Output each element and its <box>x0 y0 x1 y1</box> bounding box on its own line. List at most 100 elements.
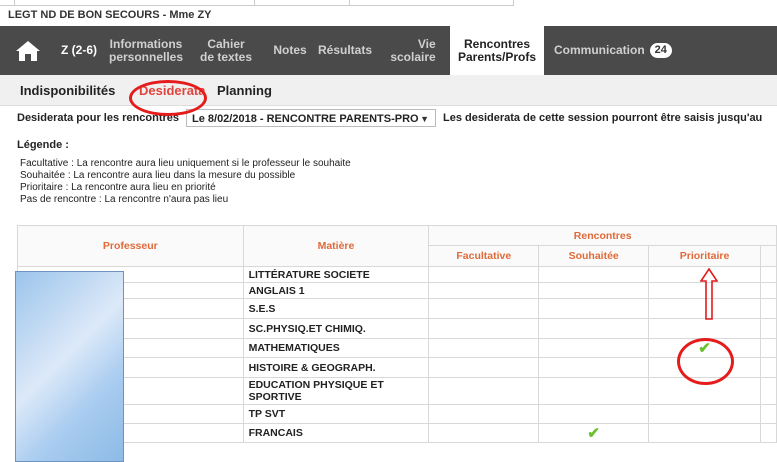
cell-souhaitee[interactable] <box>538 377 650 405</box>
nav-cahier-de-textes[interactable]: Cahier de textes <box>190 26 262 75</box>
cell-extra <box>759 282 777 299</box>
nav-label: Rencontres <box>463 36 531 51</box>
cell-facultative[interactable] <box>428 266 540 283</box>
cell-prioritaire[interactable] <box>648 318 761 339</box>
session-select-value: Le 8/02/2018 - RENCONTRE PARENTS-PRO <box>192 113 419 125</box>
table-row: SC.PHYSIQ.ET CHIMIQ. <box>17 318 777 339</box>
nav-label: Notes <box>273 43 307 57</box>
nav-vie-scolaire[interactable]: Vie scolaire <box>380 26 446 75</box>
cell-extra <box>759 423 777 443</box>
tab-indisponibilites[interactable]: Indisponibilités <box>20 83 115 98</box>
cell-souhaitee[interactable] <box>538 282 650 299</box>
cell-matiere: LITTÉRATURE SOCIETE <box>242 266 430 283</box>
cell-facultative[interactable] <box>428 338 540 358</box>
cell-extra <box>759 318 777 339</box>
legend-title: Légende : <box>17 139 69 151</box>
header-facultative: Facultative <box>428 245 540 267</box>
cell-prioritaire[interactable]: ✔ <box>648 338 761 358</box>
cell-facultative[interactable] <box>428 282 540 299</box>
nav-notes[interactable]: Notes <box>270 26 310 75</box>
cell-souhaitee[interactable] <box>538 357 650 378</box>
subtab-bar: Indisponibilités Desiderata Planning <box>0 75 777 106</box>
table-row: FRANCAIS ✔ <box>17 423 777 443</box>
nav-label: Communication <box>554 43 645 57</box>
nav-label: Parents/Profs <box>457 49 537 64</box>
cell-souhaitee[interactable] <box>538 266 650 283</box>
table-row: TP SVT <box>17 404 777 424</box>
table-row: LITTÉRATURE SOCIETE <box>17 266 777 283</box>
header-matiere: Matière <box>242 225 430 267</box>
home-icon <box>16 40 40 61</box>
nav-informations-personnelles[interactable]: Informations personnelles <box>104 26 188 75</box>
header-professeur: Professeur <box>17 225 244 267</box>
communication-badge: 24 <box>649 43 672 58</box>
cell-extra <box>759 404 777 424</box>
home-button[interactable] <box>10 26 46 75</box>
nav-label: Informations <box>109 36 183 51</box>
session-notice: Les desiderata de cette session pourront… <box>443 112 763 124</box>
cell-souhaitee[interactable] <box>538 318 650 339</box>
legend-pas-de-rencontre: Pas de rencontre : La rencontre n'aura p… <box>20 194 229 205</box>
cell-extra <box>759 298 777 319</box>
nav-label: Vie <box>417 36 436 51</box>
cell-matiere: TP SVT <box>242 404 430 424</box>
nav-rencontres-parents-profs[interactable]: Rencontres Parents/Profs <box>450 26 544 75</box>
cell-prioritaire[interactable] <box>648 377 761 405</box>
cell-souhaitee[interactable]: ✔ <box>538 423 650 443</box>
nav-resultats[interactable]: Résultats <box>314 26 376 75</box>
legend-facultative: Facultative : La rencontre aura lieu uni… <box>20 158 351 169</box>
class-selector[interactable]: Z (2-6) <box>58 26 100 75</box>
teacher-photo-blurred <box>15 271 124 462</box>
nav-label: Résultats <box>317 43 373 57</box>
cell-extra <box>759 338 777 358</box>
check-icon: ✔ <box>698 340 711 357</box>
cell-facultative[interactable] <box>428 423 540 443</box>
tab-planning[interactable]: Planning <box>217 83 272 98</box>
cell-extra <box>759 357 777 378</box>
cell-souhaitee[interactable] <box>538 338 650 358</box>
legend-souhaitee: Souhaitée : La rencontre aura lieu dans … <box>20 170 296 181</box>
header-rencontres: Rencontres <box>428 225 777 246</box>
chevron-down-icon: ▼ <box>420 114 429 124</box>
nav-label: personnelles <box>108 49 184 64</box>
cell-facultative[interactable] <box>428 377 540 405</box>
table-row: MATHEMATIQUES ✔ <box>17 338 777 358</box>
cell-matiere: SC.PHYSIQ.ET CHIMIQ. <box>242 318 430 339</box>
session-label: Desiderata pour les rencontres <box>17 112 180 124</box>
header-extra <box>759 245 777 267</box>
cell-souhaitee[interactable] <box>538 404 650 424</box>
cell-matiere: MATHEMATIQUES <box>242 338 430 358</box>
nav-label: Cahier <box>207 36 245 51</box>
school-name: LEGT ND DE BON SECOURS - Mme ZY <box>8 9 212 21</box>
header-prioritaire: Prioritaire <box>648 245 761 267</box>
cell-facultative[interactable] <box>428 357 540 378</box>
legend-prioritaire: Prioritaire : La rencontre aura lieu en … <box>20 182 216 193</box>
cell-matiere: EDUCATION PHYSIQUE ET SPORTIVE <box>242 377 430 405</box>
table-row: ANGLAIS 1 <box>17 282 777 299</box>
cell-prioritaire[interactable] <box>648 357 761 378</box>
cell-prioritaire[interactable] <box>648 423 761 443</box>
cell-facultative[interactable] <box>428 404 540 424</box>
desiderata-table: Professeur Matière Rencontres Facultativ… <box>17 225 777 443</box>
cell-extra <box>759 377 777 405</box>
cell-souhaitee[interactable] <box>538 298 650 319</box>
nav-label: scolaire <box>390 49 436 64</box>
nav-label: de textes <box>199 49 253 64</box>
cell-matiere: S.E.S <box>242 298 430 319</box>
table-row: S.E.S <box>17 298 777 319</box>
check-icon: ✔ <box>587 425 600 442</box>
tab-desiderata[interactable]: Desiderata <box>139 83 205 98</box>
cell-facultative[interactable] <box>428 298 540 319</box>
cell-matiere: ANGLAIS 1 <box>242 282 430 299</box>
main-navbar: Z (2-6) Informations personnelles Cahier d… <box>0 26 777 75</box>
table-row: HISTOIRE & GEOGRAPH. <box>17 357 777 378</box>
cell-facultative[interactable] <box>428 318 540 339</box>
session-row: Desiderata pour les rencontres Le 8/02/2… <box>0 108 777 130</box>
cell-prioritaire[interactable] <box>648 404 761 424</box>
header-souhaitee: Souhaitée <box>538 245 650 267</box>
session-select[interactable]: Le 8/02/2018 - RENCONTRE PARENTS-PRO ▼ <box>186 109 436 127</box>
cell-extra <box>759 266 777 283</box>
cell-matiere: HISTOIRE & GEOGRAPH. <box>242 357 430 378</box>
table-row: EDUCATION PHYSIQUE ET SPORTIVE <box>17 377 777 405</box>
nav-communication[interactable]: Communication 24 <box>548 26 684 75</box>
